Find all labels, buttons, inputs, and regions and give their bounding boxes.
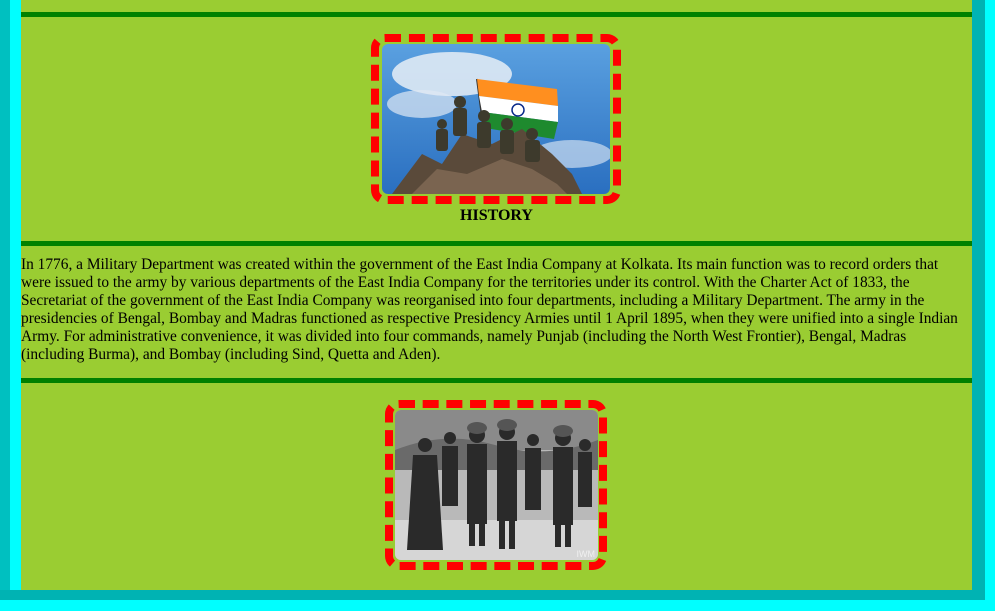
frame-right-edge [985, 0, 995, 611]
history-image-frame [371, 34, 621, 204]
frame-left-edge [0, 0, 10, 600]
frame-right-inner [972, 0, 985, 600]
frame-left-inner [10, 0, 21, 600]
history-caption: HISTORY [460, 207, 533, 224]
divider-top [21, 12, 972, 17]
main-content: HISTORY In 1776, a Military Department w… [21, 0, 972, 590]
divider-middle [21, 241, 972, 246]
history-paragraph: In 1776, a Military Department was creat… [21, 256, 958, 363]
frame-bottom-inner [0, 590, 985, 600]
historic-soldiers-photo-icon: IWM [395, 410, 598, 560]
page-frame: HISTORY In 1776, a Military Department w… [0, 0, 995, 611]
frame-bottom-edge [0, 600, 995, 611]
divider-bottom [21, 378, 972, 383]
flag-summit-photo-icon [382, 44, 610, 194]
photo-watermark: IWM [576, 549, 596, 559]
soldiers-image-frame: IWM [385, 400, 607, 570]
